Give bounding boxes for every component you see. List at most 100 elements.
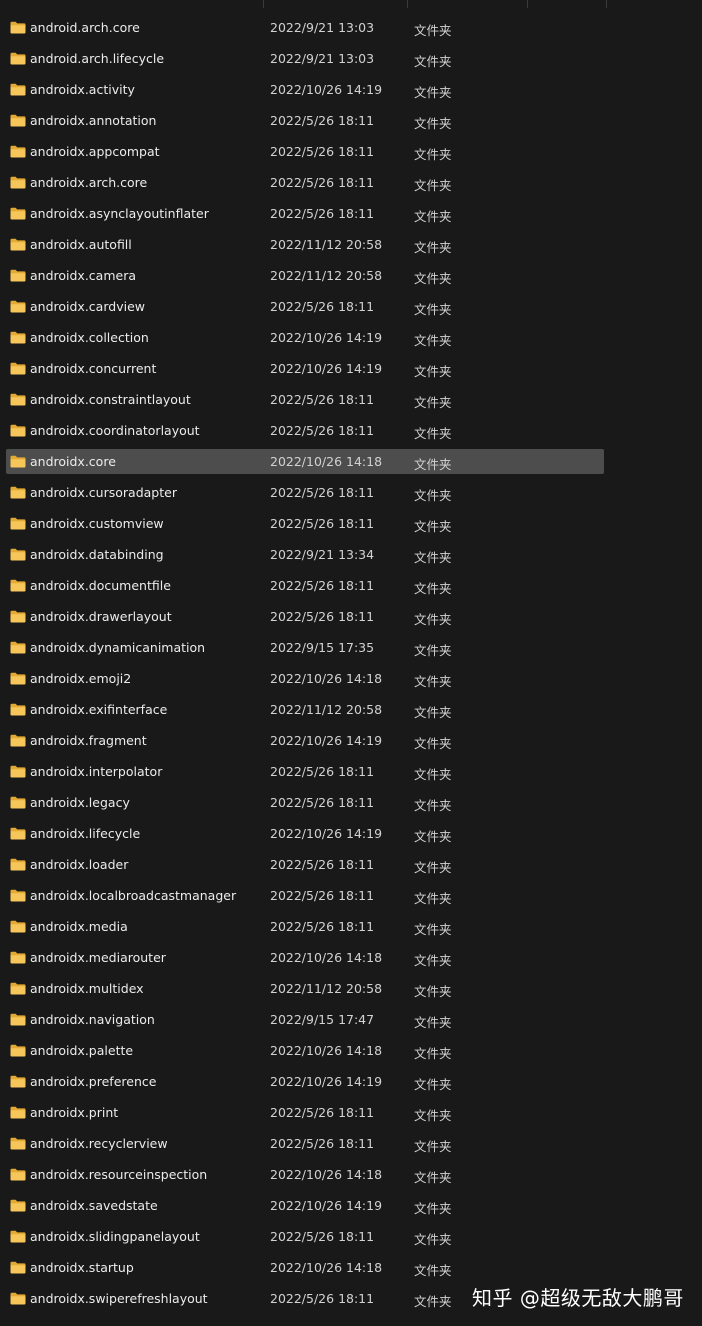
file-type: 文件夹 <box>414 488 452 503</box>
file-row[interactable]: androidx.documentfile 2022/5/26 18:11 文件… <box>0 570 702 601</box>
file-name: androidx.fragment <box>30 733 147 748</box>
file-type: 文件夹 <box>414 178 452 193</box>
column-divider[interactable] <box>407 0 408 8</box>
file-row[interactable]: androidx.navigation 2022/9/15 17:47 文件夹 <box>0 1004 702 1035</box>
file-row[interactable]: androidx.fragment 2022/10/26 14:19 文件夹 <box>0 725 702 756</box>
file-row[interactable]: androidx.concurrent 2022/10/26 14:19 文件夹 <box>0 353 702 384</box>
file-type: 文件夹 <box>414 1263 452 1278</box>
file-row[interactable]: androidx.emoji2 2022/10/26 14:18 文件夹 <box>0 663 702 694</box>
modified-date: 2022/5/26 18:11 <box>270 1105 375 1120</box>
file-row[interactable]: androidx.autofill 2022/11/12 20:58 文件夹 <box>0 229 702 260</box>
file-row[interactable]: androidx.loader 2022/5/26 18:11 文件夹 <box>0 849 702 880</box>
file-name: androidx.media <box>30 919 128 934</box>
file-row[interactable]: androidx.appcompat 2022/5/26 18:11 文件夹 <box>0 136 702 167</box>
file-row[interactable]: androidx.cardview 2022/5/26 18:11 文件夹 <box>0 291 702 322</box>
modified-date: 2022/9/15 17:47 <box>270 1012 375 1027</box>
file-row[interactable]: androidx.activity 2022/10/26 14:19 文件夹 <box>0 74 702 105</box>
modified-date: 2022/5/26 18:11 <box>270 919 375 934</box>
modified-date: 2022/5/26 18:11 <box>270 578 375 593</box>
folder-icon <box>10 1199 26 1212</box>
file-row[interactable]: androidx.annotation 2022/5/26 18:11 文件夹 <box>0 105 702 136</box>
file-row[interactable]: androidx.localbroadcastmanager 2022/5/26… <box>0 880 702 911</box>
file-row[interactable]: androidx.interpolator 2022/5/26 18:11 文件… <box>0 756 702 787</box>
modified-date: 2022/10/26 14:19 <box>270 82 383 97</box>
file-row[interactable]: androidx.collection 2022/10/26 14:19 文件夹 <box>0 322 702 353</box>
modified-date: 2022/5/26 18:11 <box>270 423 375 438</box>
file-type: 文件夹 <box>414 209 452 224</box>
file-row[interactable]: androidx.palette 2022/10/26 14:18 文件夹 <box>0 1035 702 1066</box>
file-row[interactable]: android.arch.lifecycle 2022/9/21 13:03 文… <box>0 43 702 74</box>
file-name: androidx.interpolator <box>30 764 163 779</box>
file-row[interactable]: androidx.camera 2022/11/12 20:58 文件夹 <box>0 260 702 291</box>
file-name: androidx.print <box>30 1105 119 1120</box>
modified-date: 2022/5/26 18:11 <box>270 516 375 531</box>
file-row[interactable]: androidx.slidingpanelayout 2022/5/26 18:… <box>0 1221 702 1252</box>
modified-date: 2022/5/26 18:11 <box>270 144 375 159</box>
modified-date: 2022/5/26 18:11 <box>270 1136 375 1151</box>
folder-icon <box>10 176 26 189</box>
file-type: 文件夹 <box>414 767 452 782</box>
file-row[interactable]: androidx.mediarouter 2022/10/26 14:18 文件… <box>0 942 702 973</box>
file-type: 文件夹 <box>414 922 452 937</box>
column-divider[interactable] <box>606 0 607 8</box>
file-row[interactable]: androidx.coordinatorlayout 2022/5/26 18:… <box>0 415 702 446</box>
folder-icon <box>10 52 26 65</box>
file-row[interactable]: androidx.lifecycle 2022/10/26 14:19 文件夹 <box>0 818 702 849</box>
modified-date: 2022/11/12 20:58 <box>270 981 383 996</box>
file-type: 文件夹 <box>414 147 452 162</box>
file-name: androidx.cardview <box>30 299 145 314</box>
modified-date: 2022/5/26 18:11 <box>270 299 375 314</box>
file-type: 文件夹 <box>414 674 452 689</box>
file-type: 文件夹 <box>414 519 452 534</box>
modified-date: 2022/5/26 18:11 <box>270 609 375 624</box>
file-type: 文件夹 <box>414 271 452 286</box>
file-row[interactable]: androidx.constraintlayout 2022/5/26 18:1… <box>0 384 702 415</box>
folder-icon <box>10 672 26 685</box>
column-divider[interactable] <box>263 0 264 8</box>
file-type: 文件夹 <box>414 395 452 410</box>
file-row[interactable]: androidx.startup 2022/10/26 14:18 文件夹 <box>0 1252 702 1283</box>
modified-date: 2022/10/26 14:19 <box>270 330 383 345</box>
folder-icon <box>10 579 26 592</box>
file-row[interactable]: androidx.cursoradapter 2022/5/26 18:11 文… <box>0 477 702 508</box>
file-type: 文件夹 <box>414 1139 452 1154</box>
file-row[interactable]: androidx.savedstate 2022/10/26 14:19 文件夹 <box>0 1190 702 1221</box>
file-type: 文件夹 <box>414 1046 452 1061</box>
file-row[interactable]: androidx.media 2022/5/26 18:11 文件夹 <box>0 911 702 942</box>
column-divider[interactable] <box>527 0 528 8</box>
file-row[interactable]: androidx.legacy 2022/5/26 18:11 文件夹 <box>0 787 702 818</box>
file-row[interactable]: androidx.multidex 2022/11/12 20:58 文件夹 <box>0 973 702 1004</box>
modified-date: 2022/5/26 18:11 <box>270 1229 375 1244</box>
folder-icon <box>10 734 26 747</box>
file-row[interactable]: androidx.recyclerview 2022/5/26 18:11 文件… <box>0 1128 702 1159</box>
file-row[interactable]: androidx.exifinterface 2022/11/12 20:58 … <box>0 694 702 725</box>
file-name: androidx.emoji2 <box>30 671 132 686</box>
file-name: androidx.constraintlayout <box>30 392 191 407</box>
folder-icon <box>10 703 26 716</box>
file-name: androidx.slidingpanelayout <box>30 1229 200 1244</box>
folder-icon <box>10 393 26 406</box>
file-name: androidx.camera <box>30 268 137 283</box>
file-row[interactable]: androidx.arch.core 2022/5/26 18:11 文件夹 <box>0 167 702 198</box>
file-row[interactable]: androidx.core 2022/10/26 14:18 文件夹 <box>0 446 702 477</box>
file-row[interactable]: androidx.asynclayoutinflater 2022/5/26 1… <box>0 198 702 229</box>
folder-icon <box>10 145 26 158</box>
folder-icon <box>10 207 26 220</box>
file-row[interactable]: androidx.resourceinspection 2022/10/26 1… <box>0 1159 702 1190</box>
folder-icon <box>10 858 26 871</box>
file-row[interactable]: androidx.preference 2022/10/26 14:19 文件夹 <box>0 1066 702 1097</box>
file-name: androidx.mediarouter <box>30 950 166 965</box>
file-row[interactable]: androidx.dynamicanimation 2022/9/15 17:3… <box>0 632 702 663</box>
file-row[interactable]: androidx.databinding 2022/9/21 13:34 文件夹 <box>0 539 702 570</box>
file-row[interactable]: androidx.customview 2022/5/26 18:11 文件夹 <box>0 508 702 539</box>
file-row[interactable]: androidx.drawerlayout 2022/5/26 18:11 文件… <box>0 601 702 632</box>
folder-icon <box>10 796 26 809</box>
file-type: 文件夹 <box>414 333 452 348</box>
file-name: androidx.savedstate <box>30 1198 158 1213</box>
file-name: androidx.lifecycle <box>30 826 141 841</box>
folder-icon <box>10 951 26 964</box>
file-row[interactable]: androidx.print 2022/5/26 18:11 文件夹 <box>0 1097 702 1128</box>
file-row[interactable]: android.arch.core 2022/9/21 13:03 文件夹 <box>0 12 702 43</box>
file-explorer: android.arch.core 2022/9/21 13:03 文件夹 an… <box>0 0 702 1326</box>
folder-icon <box>10 114 26 127</box>
